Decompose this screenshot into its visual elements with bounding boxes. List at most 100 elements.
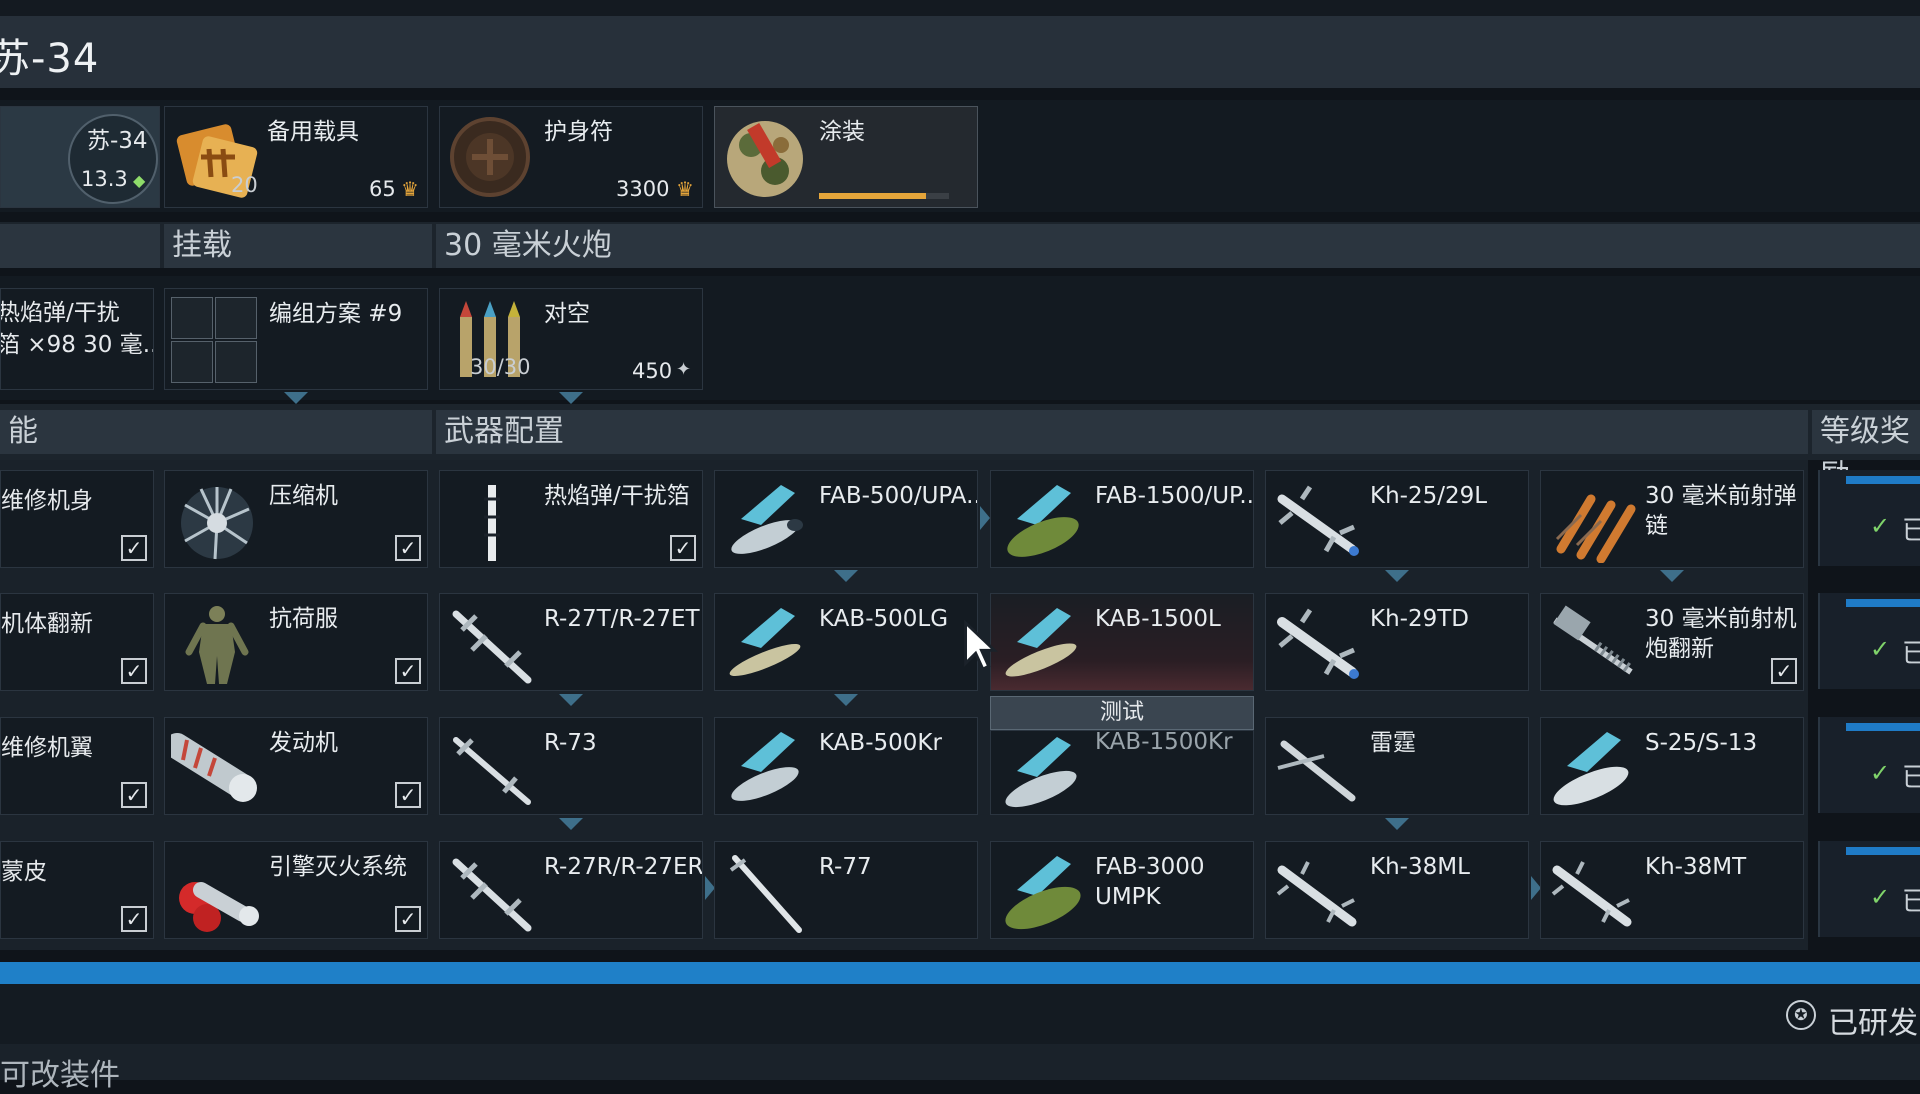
wpn-30mm-belt[interactable]: 30 毫米前射弹链 [1540,470,1804,568]
guided-bomb-icon [1005,737,1077,808]
wpn-kab500kr[interactable]: KAB-500Kr [714,717,978,815]
rank-reward-1[interactable]: ✓ 已 [1818,470,1920,566]
wpn-fab500[interactable]: FAB-500/UPA... [714,470,978,568]
camouflage-card[interactable]: 涂装 [714,106,978,208]
backup-vehicle-count: 20 [231,173,258,197]
expand-arrow-icon[interactable] [559,392,583,404]
expand-arrow-icon[interactable] [1660,570,1684,582]
guided-bomb-icon [1005,608,1077,677]
check-icon: ✓ [1870,635,1891,663]
mod-g-suit[interactable]: 抗荷服 ✓ [164,593,428,691]
section-performance: 能 [0,410,432,454]
backup-vehicle-label: 备用载具 [267,119,359,145]
wpn-fab3000[interactable]: FAB-3000 UMPK [990,841,1254,939]
check-icon: ✓ [1870,759,1891,787]
wpn-kab1500l[interactable]: KAB-1500L [990,593,1254,691]
rank-reward-3[interactable]: ✓ 已 [1818,717,1920,813]
bottom-band [0,1044,1920,1080]
wpn-label: KAB-1500Kr [1095,730,1233,755]
ammo-name: 对空 [544,301,590,327]
golden-eagle-icon: ♛ [676,177,694,201]
mod-repair-wings[interactable]: 维修机翼 ✓ [0,717,154,815]
mod-fire-extinguisher[interactable]: 引擎灭火系统 ✓ [164,841,428,939]
section-weapons: 武器配置 [436,410,1808,454]
wpn-kh38ml[interactable]: Kh-38ML [1265,841,1529,939]
missile-icon [1551,861,1632,927]
rank-progress-bar [1846,599,1920,607]
expand-arrow-icon[interactable] [559,818,583,830]
heavy-bomb-icon [1007,485,1079,557]
rank-label: 已 [1902,887,1920,917]
rank-label: 已 [1902,763,1920,793]
missile-icon [1277,485,1359,556]
rank-reward-4[interactable]: ✓ 已 [1818,841,1920,937]
research-icon: ✪ [1786,1000,1816,1030]
top-strip [0,0,1920,16]
expand-arrow-icon[interactable] [1385,818,1409,830]
vehicle-br: 13.3 [81,167,128,191]
wpn-flares[interactable]: 热焰弹/干扰箔 ✓ [439,470,703,568]
paint-brush-icon [727,121,803,197]
mod-label: 机体翻新 [1,611,93,637]
mod-label: 抗荷服 [269,606,338,632]
checkbox-icon: ✓ [1771,658,1797,684]
camouflage-progress-track [819,193,949,199]
expand-arrow-icon[interactable] [834,570,858,582]
wpn-grom[interactable]: 雷霆 [1265,717,1529,815]
rank-reward-2[interactable]: ✓ 已 [1818,593,1920,689]
wpn-label: R-73 [544,730,597,756]
rank-progress-bar [1846,723,1920,731]
missile-icon [452,610,532,684]
mod-repair-airframe[interactable]: 维修机身 ✓ [0,470,154,568]
wpn-fab1500[interactable]: FAB-1500/UP... [990,470,1254,568]
footer-band [0,984,1920,1044]
mod-label: 发动机 [269,730,338,756]
countermeasure-label: 热焰弹/干扰 箔 ×98 30 毫... [0,300,153,358]
wpn-label: Kh-38MT [1645,854,1747,880]
ammo-belt-card[interactable]: 对空 30/30 450 ✦ [439,288,703,390]
wpn-r77[interactable]: R-77 [714,841,978,939]
wpn-label: FAB-500/UPA... [819,483,978,509]
wpn-r73[interactable]: R-73 [439,717,703,815]
check-icon: ✓ [1870,512,1891,540]
backup-vehicle-card[interactable]: 备用载具 20 65 ♛ [164,106,428,208]
missile-icon [729,855,802,933]
title-bar [0,16,1920,88]
test-button[interactable]: 测试 [990,696,1254,730]
wpn-label: Kh-38ML [1370,854,1470,880]
mod-skin[interactable]: 蒙皮 ✓ [0,841,154,939]
wpn-kab1500kr[interactable]: KAB-1500Kr [990,730,1254,815]
section-loadout: 挂载 [164,224,432,268]
countermeasure-card[interactable]: 热焰弹/干扰 箔 ×98 30 毫... [0,288,154,390]
checkbox-icon: ✓ [121,535,147,561]
camouflage-label: 涂装 [819,119,865,145]
expand-arrow-icon[interactable] [834,694,858,706]
mod-engine[interactable]: 发动机 ✓ [164,717,428,815]
rank-label: 已 [1902,639,1920,669]
expand-arrow-icon[interactable] [1385,570,1409,582]
wpn-kh38mt[interactable]: Kh-38MT [1540,841,1804,939]
checkbox-icon: ✓ [395,782,421,808]
expand-arrow-icon[interactable] [284,392,308,404]
wpn-s25-s13[interactable]: S-25/S-13 [1540,717,1804,815]
wpn-30mm-refurb[interactable]: 30 毫米前射机炮翻新 ✓ [1540,593,1804,691]
vehicle-card[interactable]: 苏-34 13.3 ◆ [0,106,160,208]
mod-label: 维修机身 [1,488,93,514]
preset-grid-icon [171,297,261,385]
camouflage-progress-fill [819,193,926,199]
mod-airframe-refurb[interactable]: 机体翻新 ✓ [0,593,154,691]
mod-compressor[interactable]: 压缩机 ✓ [164,470,428,568]
mod-label: 压缩机 [269,483,338,509]
wpn-label: KAB-1500L [1095,606,1221,632]
wpn-r27r[interactable]: R-27R/R-27ER [439,841,703,939]
wpn-kh29td[interactable]: Kh-29TD [1265,593,1529,691]
expand-arrow-icon[interactable] [559,694,583,706]
checkbox-icon: ✓ [121,906,147,932]
preset-card[interactable]: 编组方案 #9 [164,288,428,390]
talisman-card[interactable]: 护身符 3300 ♛ [439,106,703,208]
wpn-kh25[interactable]: Kh-25/29L [1265,470,1529,568]
wpn-label: Kh-25/29L [1370,483,1488,509]
ammo-price: 450 [632,359,673,383]
wpn-r27t[interactable]: R-27T/R-27ET [439,593,703,691]
wpn-kab500lg[interactable]: KAB-500LG [714,593,978,691]
